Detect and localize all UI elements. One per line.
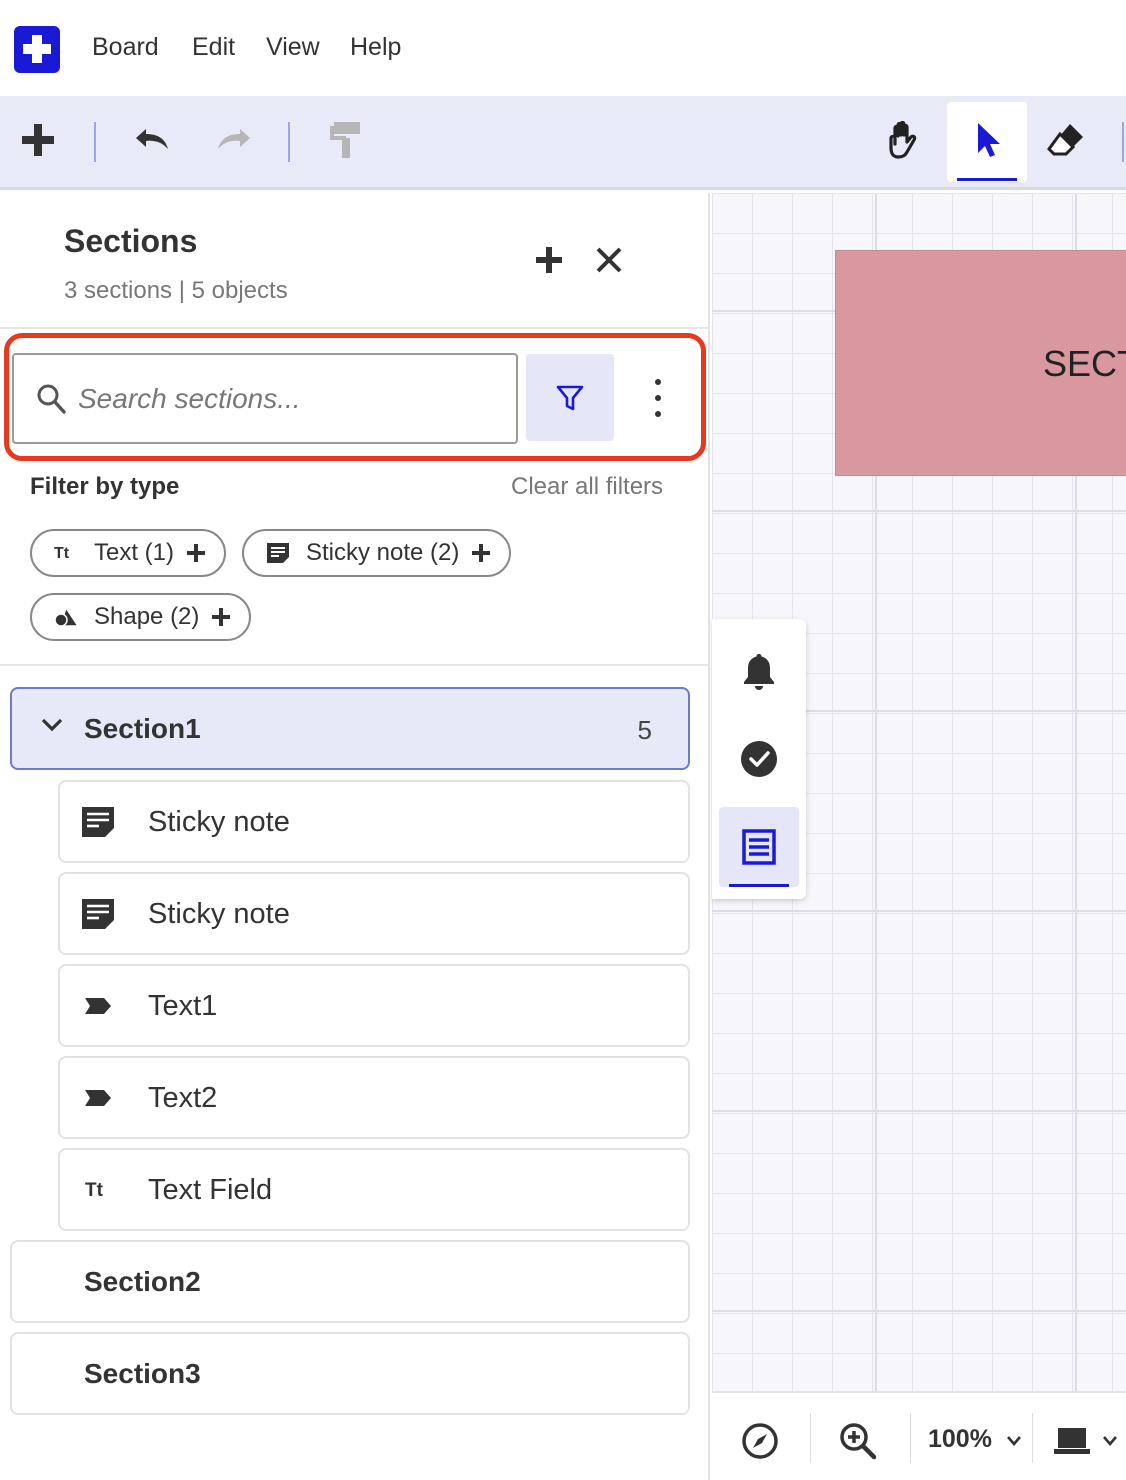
active-tool-indicator	[957, 178, 1017, 181]
chevron-down-icon[interactable]	[994, 1421, 1034, 1461]
list-item-label: Sticky note	[148, 806, 290, 838]
canvas-section-block[interactable]: SECT	[835, 250, 1126, 476]
list-item[interactable]: Tt Text Field	[58, 1148, 690, 1231]
panel-divider	[0, 664, 710, 666]
bell-icon[interactable]	[719, 631, 799, 711]
zoom-in-icon[interactable]	[838, 1421, 878, 1461]
check-circle-icon[interactable]	[719, 719, 799, 799]
section-name: Section1	[84, 713, 201, 744]
list-item[interactable]: Sticky note	[58, 780, 690, 863]
chip-text[interactable]: Tt Text (1)	[30, 529, 227, 577]
menu-bar: Board Edit View Help	[0, 0, 1126, 96]
toolbar-divider	[1122, 122, 1124, 162]
clear-all-filters-link[interactable]: Clear all filters	[511, 473, 663, 501]
panel-subtitle: 3 sections | 5 objects	[64, 277, 288, 304]
laptop-icon[interactable]	[1052, 1421, 1092, 1461]
search-box[interactable]	[12, 353, 518, 444]
logo-cross-icon	[23, 35, 51, 63]
shape-icon	[54, 605, 82, 629]
menu-help[interactable]: Help	[350, 33, 401, 62]
canvas-section-label: SECT	[1043, 343, 1126, 384]
section-name: Section2	[84, 1266, 201, 1297]
svg-text:Tt: Tt	[54, 545, 70, 562]
section-row-section1[interactable]: Section1 5	[10, 687, 690, 770]
section-count: 5	[637, 715, 652, 745]
list-icon[interactable]	[719, 807, 799, 887]
chip-shape[interactable]: Shape (2)	[30, 593, 252, 641]
list-item-label: Sticky note	[148, 898, 290, 930]
chevron-down-icon[interactable]	[1090, 1421, 1126, 1461]
plus-icon[interactable]	[16, 118, 60, 162]
undo-icon[interactable]	[130, 118, 174, 162]
text-type-icon: Tt	[54, 541, 82, 565]
toolbar-divider	[288, 122, 290, 162]
chip-label: Sticky note (2)	[306, 539, 460, 566]
section-row-section2[interactable]: Section2	[10, 1240, 690, 1323]
plus-icon	[212, 608, 231, 626]
text-type-icon: Tt	[80, 1172, 116, 1208]
list-item[interactable]: Text2	[58, 1056, 690, 1139]
chip-label: Shape (2)	[94, 603, 200, 630]
plus-icon	[187, 544, 206, 562]
sticky-note-icon	[80, 896, 116, 932]
plus-icon	[472, 544, 491, 562]
list-item-label: Text1	[148, 990, 218, 1022]
section-name: Section3	[84, 1358, 201, 1389]
bottom-divider	[1032, 1413, 1033, 1463]
pointer-icon[interactable]	[965, 118, 1009, 162]
chip-sticky-note[interactable]: Sticky note (2)	[242, 529, 512, 577]
close-icon[interactable]	[594, 245, 628, 279]
sticky-note-icon	[266, 541, 294, 565]
panel-title: Sections	[64, 223, 198, 259]
filter-button[interactable]	[526, 354, 614, 441]
eraser-icon[interactable]	[1044, 118, 1088, 162]
list-item[interactable]: Sticky note	[58, 872, 690, 955]
svg-text:Tt: Tt	[85, 1180, 104, 1200]
filter-by-type-label: Filter by type	[30, 473, 180, 500]
search-icon	[37, 384, 66, 414]
app-logo[interactable]	[14, 26, 60, 73]
more-options-icon[interactable]	[640, 373, 676, 423]
sections-panel: Sections 3 sections | 5 objects Filter b…	[0, 193, 710, 1480]
side-toolbar	[712, 619, 806, 899]
bottom-divider	[910, 1413, 911, 1463]
bottom-divider	[810, 1413, 811, 1463]
app-window: Board Edit View Help SEC 100% Sections 3…	[0, 0, 1126, 1480]
label-tag-icon	[80, 988, 116, 1024]
side-active-indicator	[729, 884, 789, 887]
chevron-down-icon[interactable]	[40, 717, 64, 733]
zoom-level[interactable]: 100%	[928, 1425, 992, 1454]
search-input[interactable]	[78, 375, 498, 423]
compass-icon[interactable]	[740, 1421, 780, 1461]
menu-board[interactable]: Board	[92, 33, 159, 62]
label-tag-icon	[80, 1080, 116, 1116]
panel-divider	[0, 327, 710, 329]
filter-icon	[556, 385, 584, 410]
toolbar-divider	[94, 122, 96, 162]
bottom-bar: 100%	[712, 1391, 1126, 1480]
add-section-icon[interactable]	[534, 245, 572, 283]
list-item-label: Text Field	[148, 1174, 273, 1206]
menu-view[interactable]: View	[266, 33, 320, 62]
chip-label: Text (1)	[94, 539, 175, 566]
list-item[interactable]: Text1	[58, 964, 690, 1047]
toolbar	[0, 96, 1126, 190]
redo-icon[interactable]	[212, 118, 256, 162]
section-row-section3[interactable]: Section3	[10, 1332, 690, 1415]
sticky-note-icon	[80, 804, 116, 840]
format-painter-icon[interactable]	[324, 118, 368, 162]
menu-edit[interactable]: Edit	[192, 33, 235, 62]
list-item-label: Text2	[148, 1082, 218, 1114]
hand-icon[interactable]	[884, 118, 928, 162]
